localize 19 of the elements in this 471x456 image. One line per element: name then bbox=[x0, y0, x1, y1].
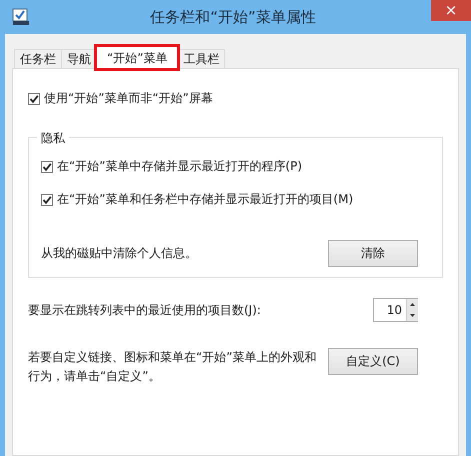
checkbox[interactable] bbox=[41, 194, 53, 206]
group-title: 隐私 bbox=[37, 130, 69, 147]
tab[interactable]: 导航 bbox=[61, 49, 97, 68]
clear-button[interactable]: 清除 bbox=[328, 240, 418, 267]
tab[interactable]: 工具栏 bbox=[177, 49, 226, 68]
checkbox[interactable] bbox=[28, 92, 40, 104]
checkbox[interactable] bbox=[41, 160, 53, 172]
checklist-icon bbox=[12, 8, 30, 26]
customize-description: 若要自定义链接、图标和菜单在“开始”菜单上的外观和行为，请单击“自定义”。 bbox=[28, 349, 318, 385]
window-title: 任务栏和“开始”菜单属性 bbox=[149, 8, 317, 26]
customize-button[interactable]: 自定义(C) bbox=[328, 348, 418, 375]
tab[interactable]: 任务栏 bbox=[14, 49, 62, 68]
jump-list-label: 要显示在跳转列表中的最近使用的项目数(J): bbox=[28, 302, 261, 318]
checkbox-label: 在“开始”菜单中存储并显示最近打开的程序(P) bbox=[57, 158, 302, 175]
checkbox-label: 使用“开始”菜单而非“开始”屏幕 bbox=[44, 90, 213, 107]
tab[interactable]: “开始”菜单 bbox=[96, 46, 178, 69]
close-button[interactable]: × bbox=[431, 0, 471, 21]
clear-description: 从我的磁贴中清除个人信息。 bbox=[41, 245, 197, 262]
checkbox-label: 在“开始”菜单和任务栏中存储并显示最近打开的项目(M) bbox=[57, 191, 354, 208]
